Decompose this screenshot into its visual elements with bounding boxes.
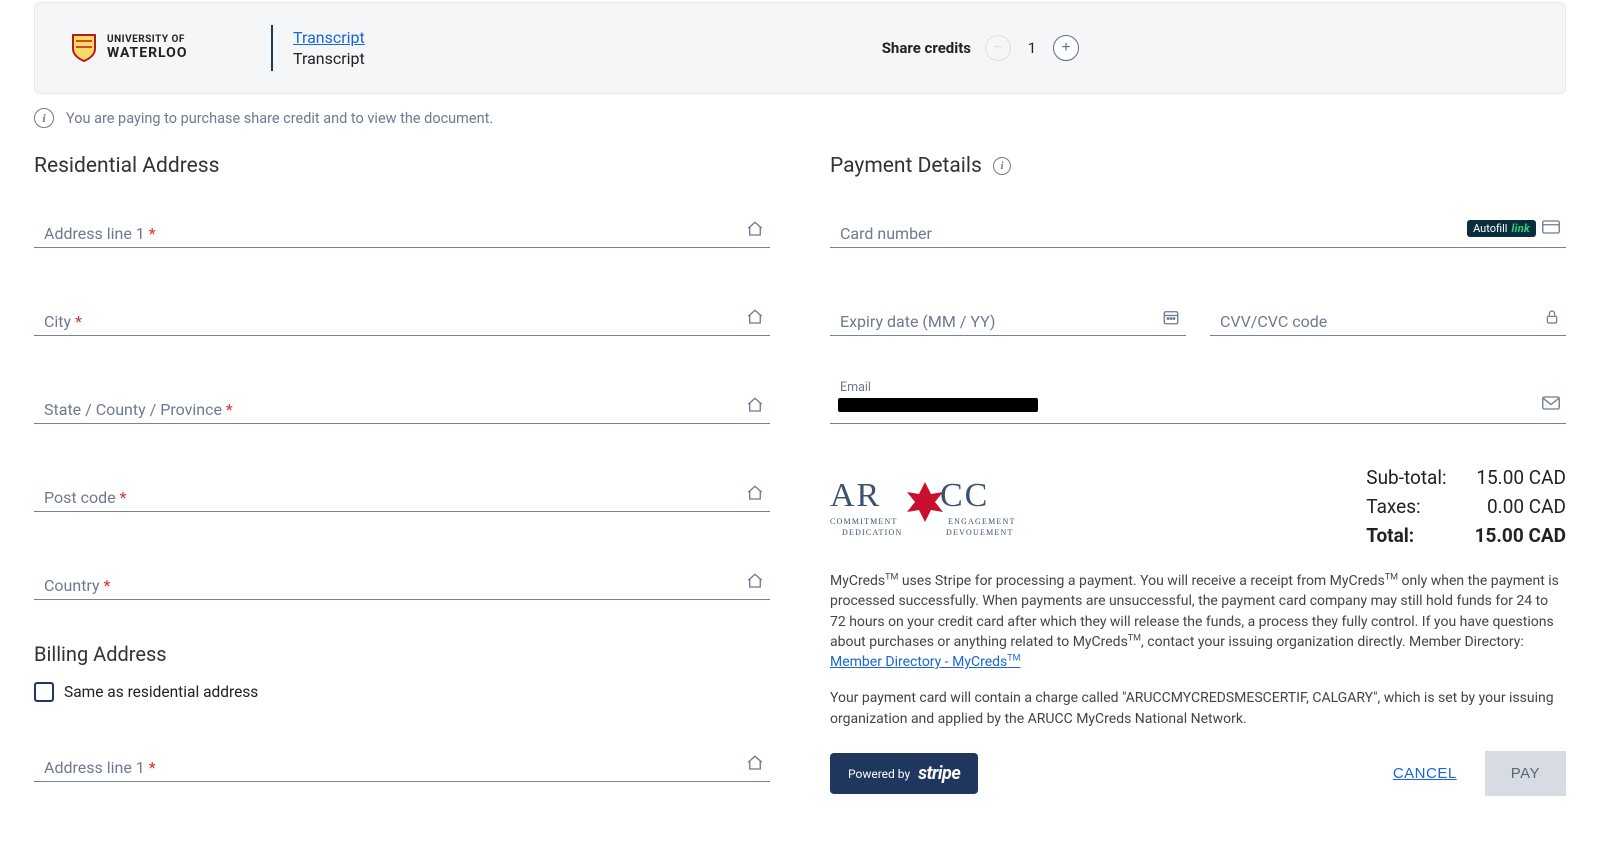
calendar-icon bbox=[1162, 308, 1180, 326]
card-number-input[interactable] bbox=[830, 202, 1566, 248]
taxes-label: Taxes: bbox=[1366, 495, 1446, 518]
org-logo: UNIVERSITY OF WATERLOO bbox=[71, 33, 251, 63]
cvv-field[interactable]: CVV/CVC code bbox=[1210, 290, 1566, 344]
residential-address-title: Residential Address bbox=[34, 154, 770, 178]
total-value: 15.00 CAD bbox=[1475, 524, 1566, 547]
address-line1-input[interactable] bbox=[34, 202, 770, 248]
address-line1-field[interactable]: Address line 1 * bbox=[34, 202, 770, 256]
info-banner-text: You are paying to purchase share credit … bbox=[66, 110, 493, 127]
redacted-email-value bbox=[838, 398, 1038, 412]
document-title-link[interactable]: Transcript bbox=[293, 28, 365, 47]
share-credits-label: Share credits bbox=[882, 39, 971, 57]
payment-details-title: Payment Details i bbox=[830, 154, 1566, 178]
info-icon[interactable]: i bbox=[993, 157, 1011, 175]
city-input[interactable] bbox=[34, 290, 770, 336]
info-icon: i bbox=[34, 108, 54, 128]
charge-name-disclaimer: Your payment card will contain a charge … bbox=[830, 688, 1566, 729]
country-field[interactable]: Country * bbox=[34, 554, 770, 608]
house-icon bbox=[746, 572, 764, 590]
cancel-button[interactable]: CANCEL bbox=[1393, 765, 1457, 782]
same-as-residential-checkbox[interactable]: Same as residential address bbox=[34, 682, 770, 702]
postcode-input[interactable] bbox=[34, 466, 770, 512]
billing-address-line1-input[interactable] bbox=[34, 736, 770, 782]
lock-icon bbox=[1544, 308, 1560, 326]
order-header-card: UNIVERSITY OF WATERLOO Transcript Transc… bbox=[34, 2, 1566, 94]
billing-address-line1-field[interactable]: Address line 1 * bbox=[34, 736, 770, 790]
autofill-link-badge[interactable]: Autofill link bbox=[1467, 220, 1536, 237]
billing-address-title: Billing Address bbox=[34, 642, 770, 666]
checkbox-box[interactable] bbox=[34, 682, 54, 702]
subtotal-label: Sub-total: bbox=[1366, 466, 1446, 489]
order-totals: Sub-total: 15.00 CAD Taxes: 0.00 CAD Tot… bbox=[1366, 466, 1566, 547]
vertical-divider bbox=[271, 25, 273, 71]
country-input[interactable] bbox=[34, 554, 770, 600]
arucc-logo: AR CC COMMITMENT ENGAGEMENT DEDICATION D… bbox=[830, 472, 1040, 542]
email-field[interactable]: Email bbox=[830, 378, 1566, 432]
svg-text:CC: CC bbox=[940, 477, 989, 514]
svg-text:DEDICATION: DEDICATION bbox=[842, 528, 902, 537]
house-icon bbox=[746, 220, 764, 238]
waterloo-shield-icon bbox=[71, 33, 97, 63]
member-directory-link[interactable]: Member Directory - MyCredsTM bbox=[830, 654, 1020, 670]
house-icon bbox=[746, 308, 764, 326]
state-field[interactable]: State / County / Province * bbox=[34, 378, 770, 432]
powered-by-stripe-badge: Powered by stripe bbox=[830, 753, 978, 794]
house-icon bbox=[746, 396, 764, 414]
card-number-field[interactable]: Card number Autofill link bbox=[830, 202, 1566, 256]
state-input[interactable] bbox=[34, 378, 770, 424]
svg-text:ENGAGEMENT: ENGAGEMENT bbox=[948, 517, 1016, 526]
expiry-field[interactable]: Expiry date (MM / YY) bbox=[830, 290, 1186, 344]
subtotal-value: 15.00 CAD bbox=[1475, 466, 1566, 489]
same-as-label: Same as residential address bbox=[64, 683, 258, 701]
envelope-icon bbox=[1542, 396, 1560, 410]
info-banner: i You are paying to purchase share credi… bbox=[34, 108, 1566, 128]
cvv-input[interactable] bbox=[1210, 290, 1566, 336]
org-line2: WATERLOO bbox=[107, 46, 187, 61]
svg-text:AR: AR bbox=[830, 477, 881, 514]
card-icon bbox=[1542, 220, 1560, 234]
qty-value: 1 bbox=[1025, 39, 1039, 57]
city-field[interactable]: City * bbox=[34, 290, 770, 344]
svg-text:COMMITMENT: COMMITMENT bbox=[830, 517, 898, 526]
total-label: Total: bbox=[1366, 524, 1446, 547]
increase-qty-button[interactable]: + bbox=[1053, 35, 1079, 61]
expiry-input[interactable] bbox=[830, 290, 1186, 336]
document-subtitle: Transcript bbox=[293, 49, 365, 68]
house-icon bbox=[746, 754, 764, 772]
house-icon bbox=[746, 484, 764, 502]
svg-text:DEVOUEMENT: DEVOUEMENT bbox=[946, 528, 1014, 537]
postcode-field[interactable]: Post code * bbox=[34, 466, 770, 520]
taxes-value: 0.00 CAD bbox=[1475, 495, 1566, 518]
pay-button[interactable]: PAY bbox=[1485, 751, 1566, 796]
payment-disclaimer: MyCredsTM uses Stripe for processing a p… bbox=[830, 571, 1566, 672]
decrease-qty-button[interactable]: − bbox=[985, 35, 1011, 61]
